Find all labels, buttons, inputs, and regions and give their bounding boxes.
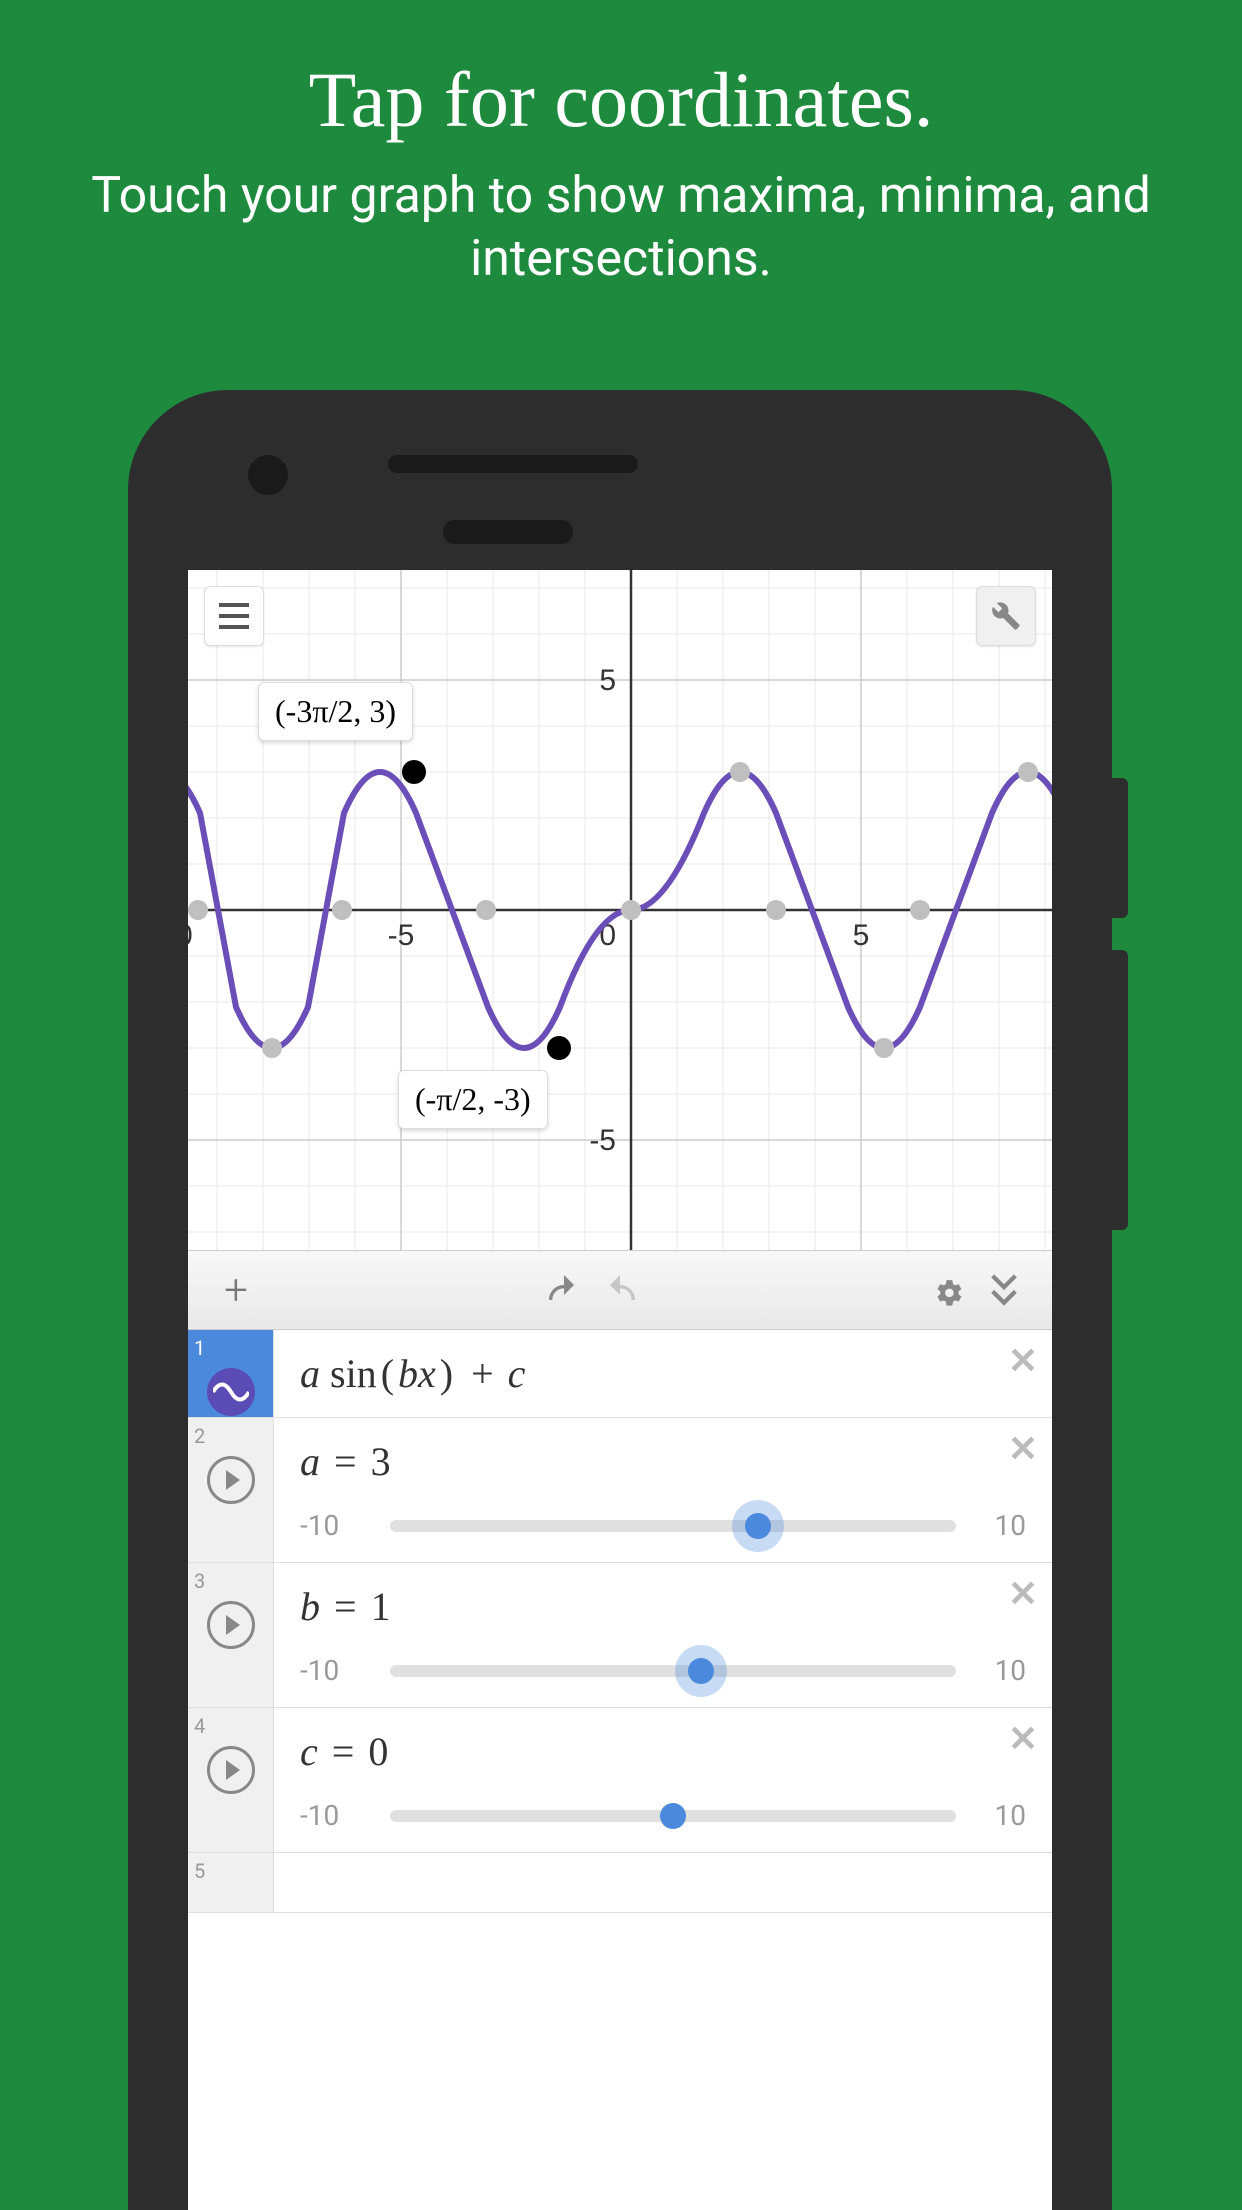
expression-gutter[interactable]: 2 — [188, 1418, 274, 1562]
expression-body[interactable]: a sin(bx) + c ✕ — [274, 1330, 1052, 1417]
phone-side-button — [1112, 778, 1128, 918]
redo-button[interactable] — [592, 1262, 648, 1318]
slider[interactable]: -10 10 — [300, 1799, 1026, 1832]
expression-formula: a = 3 — [300, 1438, 1026, 1485]
expression-gutter[interactable]: 3 — [188, 1563, 274, 1707]
expression-formula: c = 0 — [300, 1728, 1026, 1775]
add-expression-button[interactable]: + — [208, 1262, 264, 1318]
delete-expression-button[interactable]: ✕ — [1008, 1573, 1038, 1615]
expression-row[interactable]: 4 c = 0 ✕ -10 10 — [188, 1708, 1052, 1853]
graph-canvas[interactable]: -10 -5 0 5 5 -5 — [188, 570, 1052, 1250]
expression-gutter[interactable]: 5 — [188, 1853, 274, 1912]
expression-number: 3 — [194, 1569, 205, 1593]
slider[interactable]: -10 10 — [300, 1509, 1026, 1542]
svg-text:-5: -5 — [388, 919, 415, 952]
slider-min: -10 — [300, 1509, 380, 1542]
expression-number: 1 — [194, 1336, 205, 1360]
camera-dot — [248, 455, 288, 495]
phone-side-button — [1112, 950, 1128, 1230]
slider-thumb[interactable] — [745, 1513, 771, 1539]
expression-type-icon — [207, 1368, 255, 1416]
app-screen: -10 -5 0 5 5 -5 — [188, 570, 1052, 2210]
delete-expression-button[interactable]: ✕ — [1008, 1340, 1038, 1382]
collapse-button[interactable] — [976, 1262, 1032, 1318]
coordinate-tooltip: (-3π/2, 3) — [258, 682, 413, 741]
delete-expression-button[interactable]: ✕ — [1008, 1718, 1038, 1760]
expression-toolbar: + — [188, 1250, 1052, 1330]
svg-text:-5: -5 — [589, 1124, 616, 1157]
sine-icon — [207, 1368, 255, 1416]
expression-body[interactable] — [274, 1853, 1052, 1912]
chevron-double-down-icon — [989, 1273, 1019, 1307]
expression-body[interactable]: b = 1 ✕ -10 10 — [274, 1563, 1052, 1707]
expression-row[interactable]: 2 a = 3 ✕ -10 10 — [188, 1418, 1052, 1563]
expression-formula: a sin(bx) + c — [300, 1350, 1026, 1397]
expression-list: 1 a sin(bx) + c ✕ 2 — [188, 1330, 1052, 1913]
expression-row[interactable]: 1 a sin(bx) + c ✕ — [188, 1330, 1052, 1418]
slider-max: 10 — [966, 1654, 1026, 1687]
expression-body[interactable]: a = 3 ✕ -10 10 — [274, 1418, 1052, 1562]
play-slider-button[interactable] — [207, 1746, 255, 1794]
phone-speaker — [388, 455, 638, 473]
slider-max: 10 — [966, 1509, 1026, 1542]
expression-number: 2 — [194, 1424, 205, 1448]
gear-icon — [931, 1273, 965, 1307]
menu-button[interactable] — [204, 586, 264, 646]
settings-button[interactable] — [976, 586, 1036, 646]
coordinate-tooltip: (-π/2, -3) — [398, 1070, 548, 1129]
slider-max: 10 — [966, 1799, 1026, 1832]
expression-gutter[interactable]: 1 — [188, 1330, 274, 1417]
expression-gutter[interactable]: 4 — [188, 1708, 274, 1852]
slider-thumb[interactable] — [688, 1658, 714, 1684]
expression-body[interactable]: c = 0 ✕ -10 10 — [274, 1708, 1052, 1852]
play-slider-button[interactable] — [207, 1456, 255, 1504]
slider-min: -10 — [300, 1654, 380, 1687]
expression-row[interactable]: 5 — [188, 1853, 1052, 1913]
menu-icon — [219, 603, 249, 607]
expression-number: 5 — [194, 1859, 205, 1883]
slider-thumb[interactable] — [660, 1803, 686, 1829]
redo-icon — [600, 1275, 640, 1305]
play-slider-button[interactable] — [207, 1601, 255, 1649]
slider-min: -10 — [300, 1799, 380, 1832]
svg-text:-10: -10 — [188, 919, 193, 952]
graph-svg: -10 -5 0 5 5 -5 — [188, 570, 1052, 1250]
slider[interactable]: -10 10 — [300, 1654, 1026, 1687]
expression-row[interactable]: 3 b = 1 ✕ -10 10 — [188, 1563, 1052, 1708]
delete-expression-button[interactable]: ✕ — [1008, 1428, 1038, 1470]
slider-track[interactable] — [390, 1810, 956, 1822]
phone-frame: -10 -5 0 5 5 -5 — [128, 390, 1112, 2210]
undo-icon — [544, 1275, 584, 1305]
svg-text:5: 5 — [599, 664, 616, 697]
promo-title: Tap for coordinates. — [0, 0, 1242, 145]
svg-text:5: 5 — [853, 919, 870, 952]
phone-earpiece — [443, 520, 573, 544]
slider-track[interactable] — [390, 1665, 956, 1677]
promo-subtitle: Touch your graph to show maxima, minima,… — [0, 145, 1242, 290]
options-button[interactable] — [920, 1262, 976, 1318]
expression-formula: b = 1 — [300, 1583, 1026, 1630]
expression-number: 4 — [194, 1714, 205, 1738]
undo-button[interactable] — [536, 1262, 592, 1318]
slider-track[interactable] — [390, 1520, 956, 1532]
wrench-icon — [991, 601, 1021, 631]
